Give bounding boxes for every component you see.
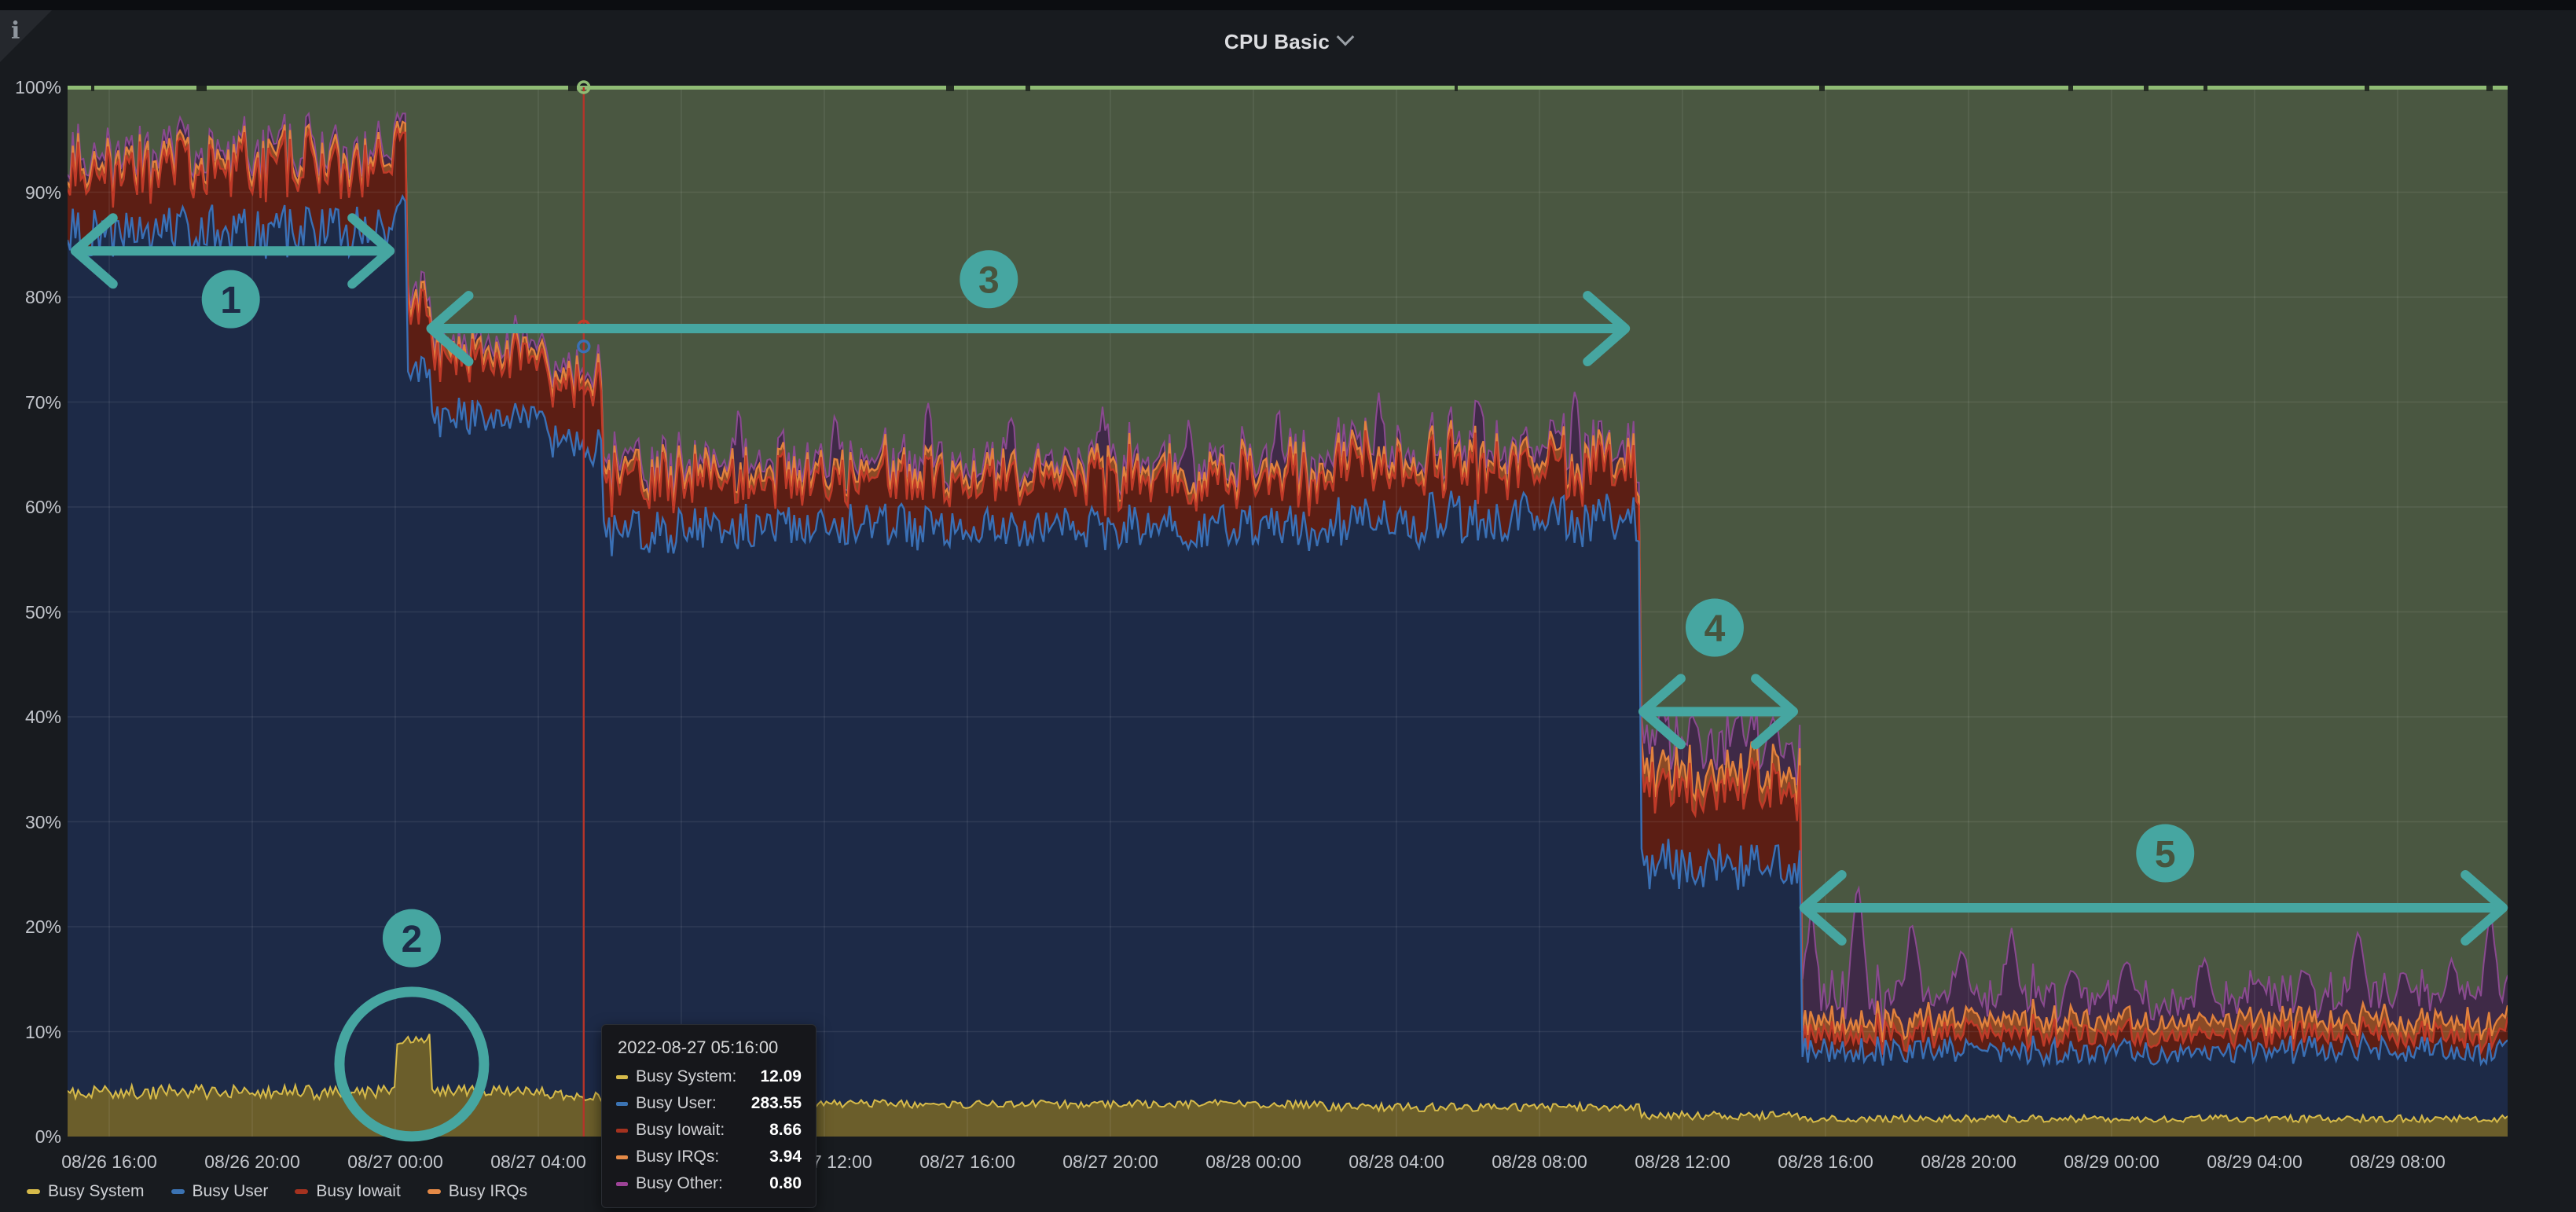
y-tick-label: 90% bbox=[0, 182, 61, 204]
tooltip-row-busy-irqs: Busy IRQs: 3.94 bbox=[616, 1148, 802, 1166]
annotation-badge-2: 2 bbox=[383, 909, 441, 968]
legend-label: Busy System bbox=[48, 1182, 145, 1201]
x-tick-label: 08/26 20:00 bbox=[178, 1151, 327, 1173]
tooltip-series-swatch bbox=[616, 1155, 628, 1159]
legend-swatch bbox=[171, 1189, 185, 1194]
legend-swatch bbox=[427, 1189, 441, 1194]
x-tick-label: 08/27 04:00 bbox=[464, 1151, 613, 1173]
x-tick-label: 08/27 16:00 bbox=[893, 1151, 1042, 1173]
y-tick-label: 0% bbox=[0, 1126, 61, 1148]
y-tick-label: 60% bbox=[0, 496, 61, 518]
tooltip-series-value: 12.09 bbox=[760, 1067, 802, 1086]
x-tick-label: 08/28 00:00 bbox=[1179, 1151, 1328, 1173]
y-tick-label: 80% bbox=[0, 286, 61, 308]
tooltip-series-swatch bbox=[616, 1075, 628, 1079]
tooltip-series-name: Busy User: bbox=[636, 1094, 739, 1113]
y-tick-label: 20% bbox=[0, 916, 61, 938]
x-tick-label: 08/28 16:00 bbox=[1751, 1151, 1900, 1173]
x-tick-label: 08/28 20:00 bbox=[1894, 1151, 2043, 1173]
tooltip-series-swatch bbox=[616, 1102, 628, 1106]
tooltip-row-busy-system: Busy System: 12.09 bbox=[616, 1067, 802, 1086]
tooltip-series-name: Busy IRQs: bbox=[636, 1148, 757, 1166]
tooltip-row-busy-user: Busy User: 283.55 bbox=[616, 1094, 802, 1113]
annotation-badge-5: 5 bbox=[2136, 825, 2194, 883]
tooltip-series-name: Busy System: bbox=[636, 1067, 747, 1086]
legend-label: Busy Iowait bbox=[316, 1182, 400, 1201]
svg-text:4: 4 bbox=[1704, 608, 1726, 650]
y-tick-label: 10% bbox=[0, 1021, 61, 1043]
y-tick-label: 40% bbox=[0, 706, 61, 728]
x-tick-label: 08/26 16:00 bbox=[35, 1151, 184, 1173]
legend-item-busy-iowait[interactable]: Busy Iowait bbox=[295, 1182, 400, 1201]
y-tick-label: 100% bbox=[0, 76, 61, 98]
legend-item-busy-system[interactable]: Busy System bbox=[27, 1182, 145, 1201]
tooltip-timestamp: 2022-08-27 05:16:00 bbox=[618, 1038, 802, 1058]
tooltip-series-swatch bbox=[616, 1182, 628, 1186]
tooltip-series-name: Busy Other: bbox=[636, 1174, 757, 1193]
legend-item-busy-irqs[interactable]: Busy IRQs bbox=[427, 1182, 527, 1201]
grafana-panel-screenshot: i CPU Basic 12345 100%90%80%70%60%50%40%… bbox=[0, 0, 2576, 1212]
tooltip-series-value: 283.55 bbox=[751, 1094, 802, 1113]
legend-swatch bbox=[295, 1189, 308, 1194]
legend-label: Busy IRQs bbox=[449, 1182, 527, 1201]
annotation-badge-4: 4 bbox=[1686, 599, 1744, 657]
y-tick-label: 30% bbox=[0, 811, 61, 833]
x-tick-label: 08/29 00:00 bbox=[2037, 1151, 2186, 1173]
tooltip-series-value: 0.80 bbox=[769, 1174, 802, 1193]
tooltip-series-swatch bbox=[616, 1129, 628, 1133]
legend: Busy System Busy User Busy Iowait Busy IRQs bbox=[27, 1182, 527, 1201]
svg-text:2: 2 bbox=[402, 919, 423, 960]
x-tick-label: 08/27 20:00 bbox=[1036, 1151, 1185, 1173]
tooltip-row-busy-other: Busy Other: 0.80 bbox=[616, 1174, 802, 1193]
chart-tooltip: 2022-08-27 05:16:00 Busy System:12.09Bus… bbox=[601, 1024, 816, 1208]
x-tick-label: 08/29 08:00 bbox=[2323, 1151, 2472, 1173]
y-tick-label: 50% bbox=[0, 601, 61, 623]
idle-top-line bbox=[68, 86, 2508, 90]
svg-text:1: 1 bbox=[220, 280, 241, 321]
tooltip-row-busy-iowait: Busy Iowait: 8.66 bbox=[616, 1121, 802, 1140]
annotation-badge-1: 1 bbox=[202, 270, 260, 329]
x-tick-label: 08/27 00:00 bbox=[321, 1151, 470, 1173]
tooltip-series-value: 3.94 bbox=[769, 1148, 802, 1166]
legend-label: Busy User bbox=[193, 1182, 269, 1201]
x-tick-label: 08/28 08:00 bbox=[1465, 1151, 1614, 1173]
tooltip-series-value: 8.66 bbox=[769, 1121, 802, 1140]
y-tick-label: 70% bbox=[0, 391, 61, 413]
x-tick-label: 08/28 04:00 bbox=[1322, 1151, 1471, 1173]
x-tick-label: 08/28 12:00 bbox=[1608, 1151, 1757, 1173]
svg-text:3: 3 bbox=[978, 260, 1000, 302]
svg-text:5: 5 bbox=[2155, 834, 2176, 876]
annotation-badge-3: 3 bbox=[960, 250, 1018, 308]
cpu-usage-chart[interactable]: 1 2 3 4 5 bbox=[0, 0, 2576, 1212]
x-tick-label: 08/29 04:00 bbox=[2180, 1151, 2329, 1173]
legend-item-busy-user[interactable]: Busy User bbox=[171, 1182, 269, 1201]
legend-swatch bbox=[27, 1189, 40, 1194]
tooltip-series-name: Busy Iowait: bbox=[636, 1121, 757, 1140]
